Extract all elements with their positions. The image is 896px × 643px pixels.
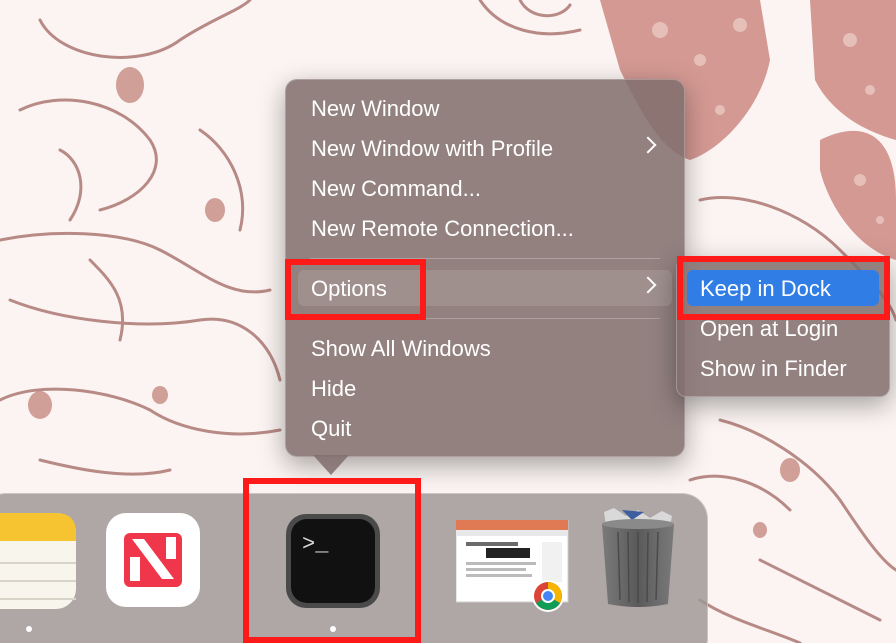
trash-icon (602, 508, 674, 607)
menu-item-label: New Window with Profile (311, 136, 554, 161)
menu-item-show-all-windows[interactable]: Show All Windows (298, 330, 672, 366)
menu-item-label: New Command... (311, 176, 481, 201)
notes-icon (0, 513, 76, 609)
dock-item-notes[interactable] (0, 513, 76, 609)
menu-item-label: New Remote Connection... (311, 216, 574, 241)
submenu-item-show-in-finder[interactable]: Show in Finder (687, 350, 879, 386)
menu-item-label: Open at Login (700, 316, 839, 341)
menu-item-new-command[interactable]: New Command... (298, 170, 672, 206)
menu-item-new-window-with-profile[interactable]: New Window with Profile (298, 130, 672, 166)
menu-item-new-remote-connection[interactable]: New Remote Connection... (298, 210, 672, 246)
menu-item-new-window[interactable]: New Window (298, 90, 672, 126)
chevron-right-icon (639, 136, 657, 154)
menu-item-label: Show All Windows (311, 336, 491, 361)
menu-item-quit[interactable]: Quit (298, 410, 672, 446)
desktop: New Window New Window with Profile New C… (0, 0, 896, 643)
dock-item-news[interactable] (106, 513, 200, 607)
dock-item-trash[interactable] (592, 506, 684, 610)
menu-item-label: Show in Finder (700, 356, 847, 381)
annotation-box-options (285, 259, 426, 320)
chevron-right-icon (639, 276, 657, 294)
menu-pointer (313, 455, 349, 475)
dock-item-chrome-window[interactable] (455, 519, 570, 614)
chrome-window-icon (455, 519, 569, 612)
news-icon (106, 513, 200, 607)
running-indicator (26, 626, 32, 632)
annotation-box-terminal (243, 478, 421, 643)
menu-item-label: New Window (311, 96, 440, 121)
menu-item-label: Hide (311, 376, 357, 401)
menu-item-hide[interactable]: Hide (298, 370, 672, 406)
annotation-box-keep-in-dock (677, 256, 890, 320)
menu-item-label: Quit (311, 416, 352, 441)
